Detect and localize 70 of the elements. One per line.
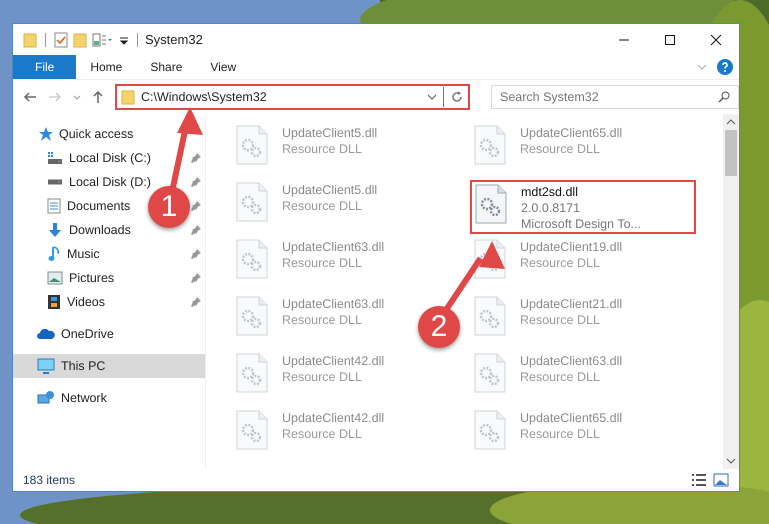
- sidebar-item[interactable]: Network: [13, 386, 205, 410]
- network-icon: [37, 390, 55, 406]
- pin-icon[interactable]: [191, 249, 201, 259]
- minimize-icon: [618, 38, 630, 40]
- cloud-icon: [37, 328, 55, 340]
- pin-icon[interactable]: [191, 201, 201, 211]
- sidebar-item[interactable]: OneDrive: [13, 322, 205, 346]
- dropdown-icon[interactable]: [427, 93, 437, 101]
- sidebar-item[interactable]: Downloads: [47, 218, 131, 242]
- gear-file-icon: [474, 125, 506, 165]
- gear-file-icon: [474, 410, 506, 450]
- scrollbar-thumb[interactable]: [725, 130, 737, 176]
- large-icons-view-icon[interactable]: [713, 473, 729, 487]
- checklist-icon[interactable]: [54, 32, 68, 48]
- scroll-down-icon[interactable]: [726, 457, 736, 465]
- gear-file-icon: [236, 353, 268, 393]
- gear-file-icon: [236, 239, 268, 279]
- sidebar-item[interactable]: Documents: [47, 194, 130, 218]
- pin-icon[interactable]: [191, 297, 201, 307]
- monitor-icon: [37, 358, 55, 374]
- picture-icon: [47, 271, 63, 285]
- gear-file-icon: [236, 182, 268, 222]
- folder-icon: [121, 89, 135, 105]
- properties-icon[interactable]: [92, 32, 114, 48]
- pin-icon[interactable]: [191, 153, 201, 163]
- refresh-icon[interactable]: [450, 90, 464, 104]
- gear-file-icon: [474, 296, 506, 336]
- gear-file-icon: [475, 184, 507, 224]
- scroll-up-icon[interactable]: [726, 118, 736, 126]
- address-bar[interactable]: C:\Windows\System32: [115, 84, 470, 110]
- drive-icon: [47, 151, 63, 165]
- details-view-icon[interactable]: [691, 473, 707, 487]
- pin-icon[interactable]: [191, 225, 201, 235]
- sidebar-item[interactable]: Videos: [47, 290, 105, 314]
- pin-icon[interactable]: [191, 177, 201, 187]
- window-title: System32: [145, 32, 203, 47]
- expand-ribbon-icon[interactable]: [697, 63, 707, 71]
- film-icon: [47, 294, 61, 310]
- sidebar-item[interactable]: Local Disk (C:): [47, 146, 151, 170]
- ribbon-tab[interactable]: Share: [136, 55, 196, 79]
- gear-file-icon: [474, 353, 506, 393]
- ribbon-tab[interactable]: View: [196, 55, 250, 79]
- sidebar-item[interactable]: Pictures: [47, 266, 114, 290]
- document-icon: [47, 198, 61, 214]
- back-icon[interactable]: [23, 91, 37, 103]
- sidebar-item[interactable]: Local Disk (D:): [47, 170, 151, 194]
- search-icon: [718, 91, 730, 103]
- close-icon: [710, 34, 722, 46]
- arrow: [444, 241, 505, 312]
- folder-icon[interactable]: [23, 32, 37, 48]
- gear-file-icon: [236, 125, 268, 165]
- sidebar-item[interactable]: Quick access: [13, 122, 205, 146]
- gear-file-icon: [236, 296, 268, 336]
- up-icon[interactable]: [92, 90, 104, 104]
- file-item[interactable]: mdt2sd.dll 2.0.0.8171 Microsoft Design To...: [470, 180, 696, 234]
- download-arrow-icon: [47, 222, 63, 238]
- music-note-icon: [47, 246, 61, 262]
- sidebar-item[interactable]: Music: [47, 242, 100, 266]
- ribbon-tab[interactable]: Home: [76, 55, 136, 79]
- drive-icon: [47, 179, 63, 185]
- item-count: 183 items: [23, 473, 76, 487]
- maximize-icon: [664, 34, 676, 46]
- sidebar-item[interactable]: This PC: [13, 354, 205, 378]
- ribbon-tab[interactable]: File: [13, 55, 76, 79]
- folder-icon[interactable]: [73, 32, 87, 48]
- gear-file-icon: [236, 410, 268, 450]
- pin-icon[interactable]: [191, 273, 201, 283]
- search-field[interactable]: Search System32: [491, 85, 739, 109]
- star-icon: [37, 126, 53, 142]
- help-icon[interactable]: [717, 59, 733, 75]
